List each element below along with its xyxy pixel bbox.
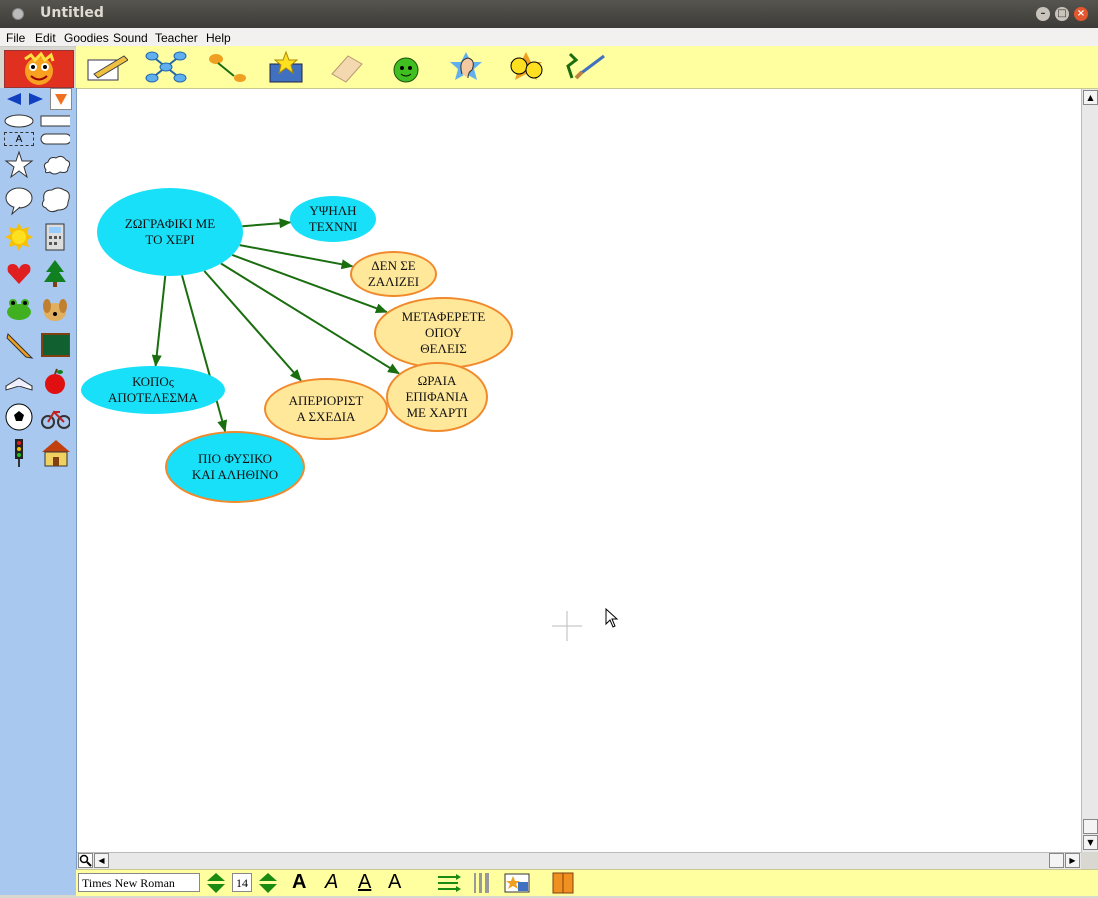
font-stepper-icon[interactable] bbox=[206, 872, 226, 898]
green-face-icon[interactable] bbox=[382, 49, 430, 85]
link-arrow-center-aperiorist[interactable] bbox=[203, 270, 302, 382]
menu-bar: File Edit Goodies Sound Teacher Help bbox=[0, 28, 1098, 47]
soccer-ball-icon[interactable] bbox=[4, 402, 34, 432]
text-shape-icon[interactable]: A bbox=[4, 132, 34, 146]
font-family-select[interactable]: Times New Roman bbox=[78, 873, 200, 892]
window-title: Untitled bbox=[40, 5, 104, 21]
rectangle-shape-icon[interactable] bbox=[40, 114, 70, 128]
node-aperiorist[interactable]: ΑΠΕΡΙΟΡΙΣΤ Α ΣΧΕΔΙΑ bbox=[264, 378, 388, 440]
italic-button[interactable]: A bbox=[325, 871, 338, 894]
menu-goodies[interactable]: Goodies bbox=[64, 31, 109, 45]
frog-icon[interactable] bbox=[4, 294, 34, 324]
heart-icon[interactable] bbox=[4, 258, 34, 288]
menu-edit[interactable]: Edit bbox=[35, 31, 56, 45]
tree-icon[interactable] bbox=[40, 258, 70, 288]
hscroll-thumb[interactable] bbox=[1049, 853, 1064, 868]
bicycle-icon[interactable] bbox=[40, 402, 70, 432]
zoom-icon[interactable] bbox=[78, 853, 93, 868]
menu-file[interactable]: File bbox=[6, 31, 25, 45]
rounded-rect-shape-icon[interactable] bbox=[40, 132, 70, 146]
underline-button[interactable]: A bbox=[358, 871, 371, 894]
link-arrow-center-kopos[interactable] bbox=[151, 275, 167, 368]
scroll-up-icon[interactable]: ▲ bbox=[1083, 90, 1098, 105]
star-icon[interactable] bbox=[4, 150, 34, 180]
maximize-icon[interactable]: □ bbox=[1055, 7, 1069, 21]
dog-icon[interactable] bbox=[40, 294, 70, 324]
node-den[interactable]: ΔΕΝ ΣΕ ΖΑΛΙΖΕΙ bbox=[350, 251, 437, 297]
scroll-down-icon[interactable]: ▼ bbox=[1083, 835, 1098, 850]
color-box-icon[interactable] bbox=[552, 872, 574, 898]
symbol-style-icon[interactable] bbox=[504, 872, 532, 898]
node-oraia[interactable]: ΩΡΑΙΑ ΕΠΙΦΑΝΙΑ ΜΕ ΧΑΡΤΙ bbox=[386, 362, 488, 432]
scroll-thumb[interactable] bbox=[1083, 819, 1098, 834]
node-kopos[interactable]: ΚΟΠΟς ΑΠΟΤΕΛΕΣΜΑ bbox=[81, 366, 225, 414]
book-icon[interactable] bbox=[4, 366, 34, 396]
mouse-pointer-icon bbox=[605, 607, 619, 628]
node-center[interactable]: ΖΩΓΡΑΦΙΚΙ ΜΕ ΤΟ ΧΕΡΙ bbox=[97, 188, 243, 276]
traffic-light-icon[interactable] bbox=[4, 438, 34, 468]
close-icon[interactable]: × bbox=[1074, 7, 1088, 21]
chalkboard-icon[interactable] bbox=[40, 330, 70, 360]
minimize-icon[interactable]: – bbox=[1036, 7, 1050, 21]
line-style-icon[interactable] bbox=[436, 872, 462, 898]
link-arrow-center-ypsili[interactable] bbox=[242, 218, 292, 229]
menu-help[interactable]: Help bbox=[206, 31, 231, 45]
node-ypsili[interactable]: ΥΨΗΛΗ ΤΕΧΝΝΙ bbox=[290, 196, 376, 242]
house-icon[interactable] bbox=[40, 438, 70, 468]
pencil-icon[interactable] bbox=[4, 330, 34, 360]
right-arrow-icon[interactable] bbox=[26, 88, 46, 110]
scroll-left-icon[interactable]: ◀ bbox=[94, 853, 109, 868]
horizontal-scrollbar[interactable]: ◀ ▶ bbox=[77, 852, 1081, 869]
app-icon bbox=[12, 8, 24, 20]
crosshair-cursor-icon bbox=[552, 611, 582, 641]
font-size-field[interactable]: 14 bbox=[232, 873, 252, 892]
text-size-button[interactable]: A bbox=[388, 871, 401, 894]
drawing-canvas[interactable]: ΖΩΓΡΑΦΙΚΙ ΜΕ ΤΟ ΧΕΡΙ ΥΨΗΛΗ ΤΕΧΝΝΙ ΔΕΝ ΣΕ… bbox=[77, 89, 1081, 852]
star-box-icon[interactable] bbox=[262, 49, 310, 85]
symbol-sidebar: A bbox=[0, 88, 77, 895]
menu-teacher[interactable]: Teacher bbox=[155, 31, 198, 45]
link-arrow-icon[interactable] bbox=[202, 49, 250, 85]
eraser-icon[interactable] bbox=[322, 49, 370, 85]
bold-button[interactable]: A bbox=[292, 871, 306, 894]
thought-bubble-icon[interactable] bbox=[40, 186, 70, 216]
speech-bubble-icon[interactable] bbox=[4, 186, 34, 216]
brush-icon[interactable] bbox=[562, 49, 610, 85]
title-bar: Untitled – □ × bbox=[0, 0, 1098, 28]
left-arrow-icon[interactable] bbox=[4, 88, 24, 110]
node-pio[interactable]: ΠΙΟ ΦΥΣΙΚΟ ΚΑΙ ΑΛΗΘΙΝΟ bbox=[165, 431, 305, 503]
cloud-icon[interactable] bbox=[40, 150, 70, 180]
sun-icon[interactable] bbox=[4, 222, 34, 252]
pencil-doc-icon[interactable] bbox=[82, 49, 130, 85]
main-toolbar bbox=[76, 46, 1098, 89]
menu-sound[interactable]: Sound bbox=[113, 31, 148, 45]
apple-icon[interactable] bbox=[40, 366, 70, 396]
down-triangle-icon[interactable] bbox=[50, 88, 72, 110]
node-metaferete[interactable]: ΜΕΤΑΦΕΡΕΤΕ ΟΠΟΥ ΘΕΛΕΙΣ bbox=[374, 297, 513, 369]
faces-icon[interactable] bbox=[502, 49, 550, 85]
ear-icon[interactable] bbox=[442, 49, 490, 85]
size-stepper-icon[interactable] bbox=[258, 872, 278, 898]
oval-shape-icon[interactable] bbox=[4, 114, 34, 128]
scroll-right-icon[interactable]: ▶ bbox=[1065, 853, 1080, 868]
calculator-icon[interactable] bbox=[40, 222, 70, 252]
vertical-scrollbar[interactable]: ▲ ▼ bbox=[1081, 89, 1098, 852]
network-icon[interactable] bbox=[142, 49, 190, 85]
line-width-icon[interactable] bbox=[472, 872, 492, 898]
format-toolbar: Times New Roman 14 A A A A bbox=[76, 869, 1098, 896]
logo-icon bbox=[4, 50, 74, 88]
